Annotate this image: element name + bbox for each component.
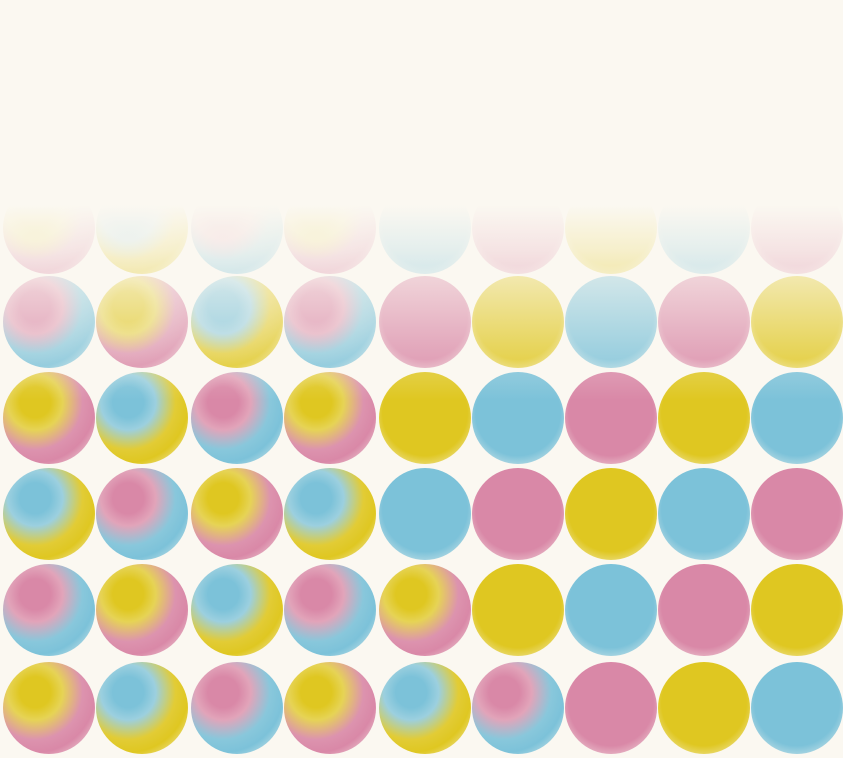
color-dot	[191, 182, 283, 274]
color-dot	[284, 182, 376, 274]
color-dot	[191, 276, 283, 368]
color-dot	[658, 564, 750, 656]
color-dot	[96, 662, 188, 754]
color-dot	[3, 662, 95, 754]
color-dot	[565, 372, 657, 464]
color-dot	[751, 182, 843, 274]
color-dot	[658, 662, 750, 754]
color-dot	[3, 182, 95, 274]
color-dot	[565, 276, 657, 368]
color-dot	[191, 564, 283, 656]
color-dot	[379, 276, 471, 368]
color-dot	[379, 372, 471, 464]
color-dot	[191, 662, 283, 754]
color-dot	[472, 468, 564, 560]
color-dot	[96, 564, 188, 656]
color-dot	[379, 564, 471, 656]
color-dot	[565, 182, 657, 274]
color-dot	[379, 468, 471, 560]
color-dot	[3, 468, 95, 560]
color-dot	[565, 564, 657, 656]
color-dot	[284, 276, 376, 368]
color-dot	[379, 182, 471, 274]
color-dot	[565, 468, 657, 560]
color-dot	[472, 372, 564, 464]
color-dot	[658, 372, 750, 464]
color-dot	[96, 182, 188, 274]
color-dot	[751, 468, 843, 560]
dot-grid-canvas	[0, 0, 843, 758]
color-dot	[191, 468, 283, 560]
color-dot	[751, 372, 843, 464]
color-dot	[3, 276, 95, 368]
color-dot	[379, 662, 471, 754]
color-dot	[751, 276, 843, 368]
color-dot	[472, 276, 564, 368]
color-dot	[96, 468, 188, 560]
color-dot	[472, 662, 564, 754]
color-dot	[751, 564, 843, 656]
color-dot	[472, 182, 564, 274]
color-dot	[658, 468, 750, 560]
color-dot	[284, 468, 376, 560]
color-dot	[284, 564, 376, 656]
color-dot	[472, 564, 564, 656]
color-dot	[191, 372, 283, 464]
color-dot	[3, 564, 95, 656]
color-dot	[96, 276, 188, 368]
color-dot	[3, 372, 95, 464]
color-dot	[658, 276, 750, 368]
color-dot	[284, 372, 376, 464]
color-dot	[751, 662, 843, 754]
color-dot	[565, 662, 657, 754]
color-dot	[96, 372, 188, 464]
color-dot	[658, 182, 750, 274]
color-dot	[284, 662, 376, 754]
